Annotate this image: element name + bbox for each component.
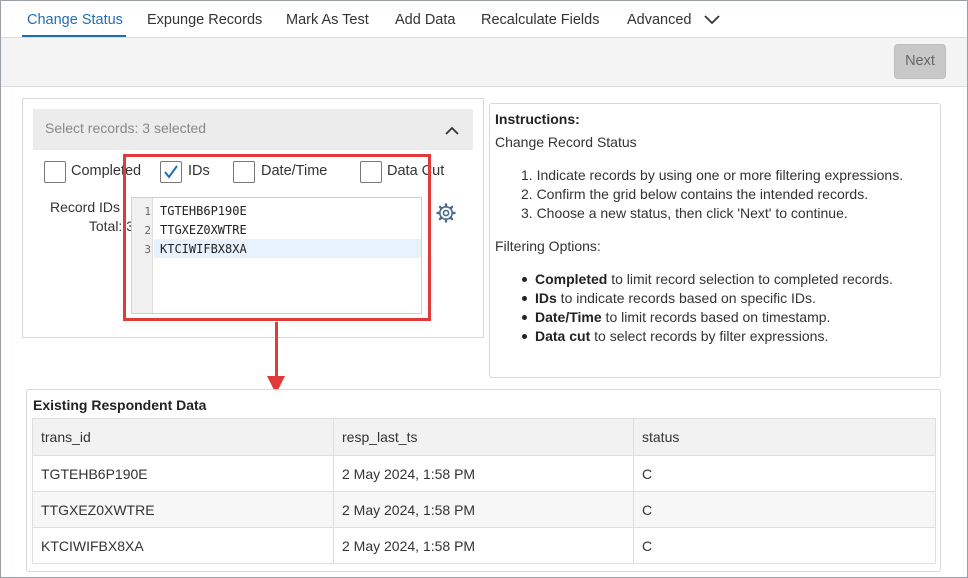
gear-icon[interactable] — [436, 203, 456, 223]
cell-trans-id: TGTEHB6P190E — [32, 455, 334, 492]
bullet — [522, 315, 527, 320]
instruction-step: 1. Indicate records by using one or more… — [521, 167, 904, 183]
table-row[interactable]: KTCIWIFBX8XA 2 May 2024, 1:58 PM C — [32, 527, 936, 564]
select-records-label: Select records: 3 selected — [45, 120, 207, 136]
filter-option: IDs to indicate records based on specifi… — [535, 290, 816, 306]
instructions-title: Instructions: — [495, 111, 580, 127]
toolbar — [1, 38, 967, 87]
instruction-step: 2. Confirm the grid below contains the i… — [521, 186, 869, 202]
instruction-step: 3. Choose a new status, then click 'Next… — [521, 205, 848, 221]
cell-status: C — [633, 455, 936, 492]
highlight-box — [123, 154, 431, 321]
table-row[interactable]: TTGXEZ0XWTRE 2 May 2024, 1:58 PM C — [32, 491, 936, 528]
bullet — [522, 296, 527, 301]
tab-bar: Change Status Expunge Records Mark As Te… — [1, 1, 967, 38]
record-ids-label: Record IDs — [49, 199, 120, 215]
cell-resp-last-ts: 2 May 2024, 1:58 PM — [333, 455, 634, 492]
filtering-options-title: Filtering Options: — [495, 238, 601, 254]
respondent-data-table: trans_id resp_last_ts status TGTEHB6P190… — [32, 418, 936, 564]
filter-option-desc: to select records by filter expressions. — [590, 328, 829, 344]
chevron-up-icon[interactable] — [443, 122, 461, 140]
column-header-status[interactable]: status — [633, 418, 936, 456]
tab-add-data[interactable]: Add Data — [395, 1, 455, 38]
tab-mark-as-test[interactable]: Mark As Test — [286, 1, 369, 38]
column-header-resp-last-ts[interactable]: resp_last_ts — [333, 418, 634, 456]
filter-option-desc: to indicate records based on specific ID… — [556, 290, 816, 306]
chevron-down-icon[interactable] — [703, 11, 721, 29]
tab-change-status[interactable]: Change Status — [27, 1, 123, 38]
tab-recalculate-fields[interactable]: Recalculate Fields — [481, 1, 599, 38]
bullet — [522, 334, 527, 339]
filter-option: Data cut to select records by filter exp… — [535, 328, 828, 344]
completed-checkbox[interactable] — [44, 161, 66, 183]
cell-status: C — [633, 491, 936, 528]
filter-option-desc: to limit records based on timestamp. — [601, 309, 831, 325]
cell-resp-last-ts: 2 May 2024, 1:58 PM — [333, 527, 634, 564]
active-tab-indicator — [22, 35, 126, 37]
cell-resp-last-ts: 2 May 2024, 1:58 PM — [333, 491, 634, 528]
cell-trans-id: KTCIWIFBX8XA — [32, 527, 334, 564]
column-header-trans-id[interactable]: trans_id — [32, 418, 334, 456]
tab-expunge-records[interactable]: Expunge Records — [147, 1, 262, 38]
table-row[interactable]: TGTEHB6P190E 2 May 2024, 1:58 PM C — [32, 455, 936, 492]
filter-option-desc: to limit record selection to completed r… — [607, 271, 893, 287]
filter-option-term: Date/Time — [535, 309, 602, 325]
cell-trans-id: TTGXEZ0XWTRE — [32, 491, 334, 528]
cell-status: C — [633, 527, 936, 564]
filter-option-term: Data cut — [535, 328, 591, 344]
instructions-subtitle: Change Record Status — [495, 134, 637, 150]
filter-option: Completed to limit record selection to c… — [535, 271, 893, 287]
filter-option: Date/Time to limit records based on time… — [535, 309, 830, 325]
filter-option-term: Completed — [535, 271, 608, 287]
arrow-line — [275, 322, 278, 378]
record-total-label: Total: 3 — [88, 218, 134, 234]
grid-title: Existing Respondent Data — [33, 397, 207, 413]
tab-advanced[interactable]: Advanced — [627, 1, 692, 38]
table-header-row: trans_id resp_last_ts status — [32, 418, 936, 456]
bullet — [522, 277, 527, 282]
next-button[interactable]: Next — [894, 44, 946, 79]
filter-option-term: IDs — [535, 290, 557, 306]
